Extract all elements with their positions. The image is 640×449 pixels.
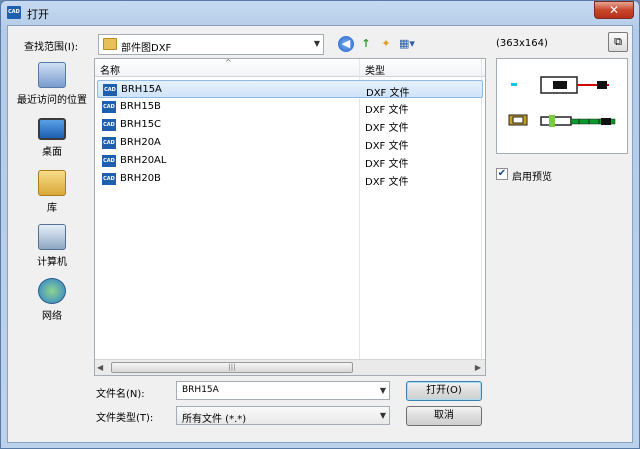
file-name: BRH20A: [120, 137, 161, 148]
folder-icon: [103, 38, 117, 50]
file-row[interactable]: CAD BRH15A DXF 文件: [97, 80, 483, 99]
scroll-left-icon[interactable]: ◀: [97, 363, 103, 372]
enable-preview-checkbox[interactable]: ✔: [496, 168, 508, 180]
chevron-down-icon[interactable]: ▼: [380, 386, 386, 395]
file-name: BRH15C: [120, 119, 162, 130]
close-button[interactable]: ✕: [594, 1, 634, 19]
enable-preview-label: 启用预览: [512, 172, 552, 183]
file-name: BRH15A: [121, 84, 162, 95]
file-type: DXF 文件: [366, 88, 410, 99]
filename-value: BRH15A: [182, 385, 219, 395]
place-label: 网络: [42, 311, 62, 322]
place-label: 最近访问的位置: [17, 95, 87, 106]
place-label: 计算机: [37, 257, 67, 268]
place-library[interactable]: 库: [12, 170, 92, 214]
places-bar: 最近访问的位置 桌面 库 计算机 网络: [12, 58, 92, 378]
place-desktop[interactable]: 桌面: [12, 118, 92, 158]
file-name: BRH15B: [120, 101, 161, 112]
dialog-title: 打开: [27, 8, 49, 21]
cad-file-icon: CAD: [102, 173, 116, 185]
new-folder-icon[interactable]: ✦: [378, 36, 394, 52]
title-bar[interactable]: CAD 打开 ✕: [1, 1, 639, 25]
back-icon[interactable]: ◀: [338, 36, 354, 52]
lookin-label: 查找范围(I):: [24, 42, 79, 53]
library-icon: [38, 170, 66, 196]
filename-input[interactable]: BRH15A ▼: [176, 381, 390, 400]
cad-file-icon: CAD: [102, 101, 116, 113]
lookin-value: 部件图DXF: [121, 43, 172, 54]
file-type: DXF 文件: [365, 105, 409, 116]
column-header-type[interactable]: 类型: [365, 62, 385, 77]
lookin-combo[interactable]: 部件图DXF ▼: [98, 34, 324, 55]
scroll-right-icon[interactable]: ▶: [475, 363, 481, 372]
chevron-down-icon[interactable]: ▼: [380, 411, 386, 420]
file-name: BRH20AL: [120, 155, 167, 166]
column-header-name[interactable]: 名称: [100, 62, 120, 77]
horizontal-scrollbar[interactable]: ◀ ||| ▶: [95, 359, 485, 375]
filename-label: 文件名(N):: [96, 389, 145, 400]
file-name: BRH20B: [120, 173, 161, 184]
network-icon: [38, 278, 66, 304]
file-type: DXF 文件: [365, 123, 409, 134]
cad-file-icon: CAD: [103, 84, 117, 96]
cad-file-icon: CAD: [102, 137, 116, 149]
column-headers: 名称 ^ 类型: [95, 59, 485, 77]
cad-file-icon: CAD: [102, 155, 116, 167]
place-label: 库: [47, 203, 57, 214]
file-row[interactable]: CAD BRH20AL DXF 文件: [97, 152, 483, 170]
filetype-label: 文件类型(T):: [96, 413, 154, 424]
preview-pane: [496, 58, 628, 154]
file-list[interactable]: 名称 ^ 类型 CAD BRH15A DXF 文件 CAD BRH15B DXF…: [94, 58, 486, 376]
place-label: 桌面: [42, 147, 62, 158]
open-dialog: CAD 打开 ✕ 查找范围(I): 部件图DXF ▼ ◀ ↑ ✦ ▦▾ 最近访问…: [0, 0, 640, 449]
filetype-select[interactable]: 所有文件 (*.*) ▼: [176, 406, 390, 425]
cad-app-icon: CAD: [7, 6, 21, 19]
views-menu-icon[interactable]: ▦▾: [396, 36, 418, 52]
computer-icon: [38, 224, 66, 250]
file-row[interactable]: CAD BRH20B DXF 文件: [97, 170, 483, 188]
file-type: DXF 文件: [365, 177, 409, 188]
place-recent[interactable]: 最近访问的位置: [12, 62, 92, 106]
recent-places-icon: [38, 62, 66, 88]
filetype-value: 所有文件 (*.*): [182, 414, 247, 425]
sort-ascending-icon: ^: [225, 58, 232, 67]
file-type: DXF 文件: [365, 141, 409, 152]
chevron-down-icon: ▼: [313, 39, 320, 48]
place-computer[interactable]: 计算机: [12, 224, 92, 268]
place-network[interactable]: 网络: [12, 278, 92, 322]
file-row[interactable]: CAD BRH20A DXF 文件: [97, 134, 483, 152]
scroll-thumb[interactable]: |||: [111, 362, 353, 373]
file-type: DXF 文件: [365, 159, 409, 170]
preview-toggle-button[interactable]: ⧉: [608, 32, 628, 52]
file-row[interactable]: CAD BRH15C DXF 文件: [97, 116, 483, 134]
dxf-preview-drawing: [508, 76, 616, 127]
preview-size: (363x164): [496, 38, 548, 49]
dialog-body: 查找范围(I): 部件图DXF ▼ ◀ ↑ ✦ ▦▾ 最近访问的位置 桌面 库: [7, 25, 633, 443]
file-row[interactable]: CAD BRH15B DXF 文件: [97, 98, 483, 116]
cancel-button[interactable]: 取消: [406, 406, 482, 426]
cad-file-icon: CAD: [102, 119, 116, 131]
desktop-icon: [38, 118, 66, 140]
up-folder-icon[interactable]: ↑: [358, 36, 374, 52]
open-button[interactable]: 打开(O): [406, 381, 482, 401]
